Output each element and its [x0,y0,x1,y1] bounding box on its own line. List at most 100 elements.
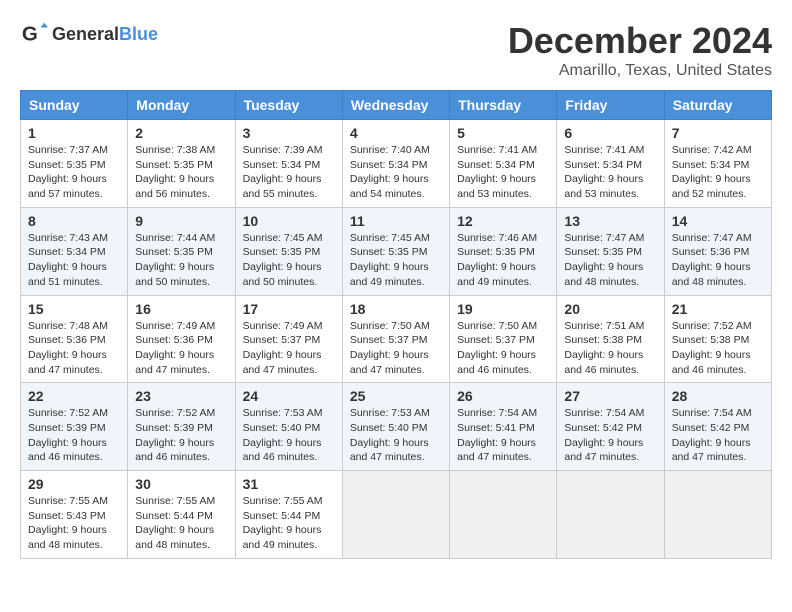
col-friday: Friday [557,91,664,120]
day-number: 21 [672,301,764,317]
day-info: Sunrise: 7:54 AM Sunset: 5:42 PM Dayligh… [564,406,656,465]
day-info: Sunrise: 7:41 AM Sunset: 5:34 PM Dayligh… [564,143,656,202]
table-row [450,471,557,559]
calendar-row: 8 Sunrise: 7:43 AM Sunset: 5:34 PM Dayli… [21,207,772,295]
day-number: 26 [457,388,549,404]
table-row: 19 Sunrise: 7:50 AM Sunset: 5:37 PM Dayl… [450,295,557,383]
day-info: Sunrise: 7:37 AM Sunset: 5:35 PM Dayligh… [28,143,120,202]
table-row: 16 Sunrise: 7:49 AM Sunset: 5:36 PM Dayl… [128,295,235,383]
table-row [342,471,449,559]
day-number: 3 [243,125,335,141]
day-number: 12 [457,213,549,229]
table-row: 30 Sunrise: 7:55 AM Sunset: 5:44 PM Dayl… [128,471,235,559]
table-row: 28 Sunrise: 7:54 AM Sunset: 5:42 PM Dayl… [664,383,771,471]
col-thursday: Thursday [450,91,557,120]
day-info: Sunrise: 7:49 AM Sunset: 5:37 PM Dayligh… [243,319,335,378]
day-number: 24 [243,388,335,404]
day-number: 13 [564,213,656,229]
table-row: 4 Sunrise: 7:40 AM Sunset: 5:34 PM Dayli… [342,120,449,208]
day-info: Sunrise: 7:52 AM Sunset: 5:38 PM Dayligh… [672,319,764,378]
day-info: Sunrise: 7:47 AM Sunset: 5:36 PM Dayligh… [672,231,764,290]
day-info: Sunrise: 7:38 AM Sunset: 5:35 PM Dayligh… [135,143,227,202]
calendar-row: 29 Sunrise: 7:55 AM Sunset: 5:43 PM Dayl… [21,471,772,559]
day-number: 17 [243,301,335,317]
calendar-table: Sunday Monday Tuesday Wednesday Thursday… [20,90,772,559]
calendar-row: 15 Sunrise: 7:48 AM Sunset: 5:36 PM Dayl… [21,295,772,383]
title-area: December 2024 Amarillo, Texas, United St… [508,20,772,80]
day-number: 7 [672,125,764,141]
header-row: Sunday Monday Tuesday Wednesday Thursday… [21,91,772,120]
table-row: 21 Sunrise: 7:52 AM Sunset: 5:38 PM Dayl… [664,295,771,383]
day-info: Sunrise: 7:54 AM Sunset: 5:41 PM Dayligh… [457,406,549,465]
table-row: 8 Sunrise: 7:43 AM Sunset: 5:34 PM Dayli… [21,207,128,295]
col-wednesday: Wednesday [342,91,449,120]
table-row: 17 Sunrise: 7:49 AM Sunset: 5:37 PM Dayl… [235,295,342,383]
day-info: Sunrise: 7:50 AM Sunset: 5:37 PM Dayligh… [350,319,442,378]
day-number: 10 [243,213,335,229]
table-row: 22 Sunrise: 7:52 AM Sunset: 5:39 PM Dayl… [21,383,128,471]
day-info: Sunrise: 7:53 AM Sunset: 5:40 PM Dayligh… [350,406,442,465]
day-number: 11 [350,213,442,229]
day-number: 30 [135,476,227,492]
table-row: 11 Sunrise: 7:45 AM Sunset: 5:35 PM Dayl… [342,207,449,295]
day-number: 6 [564,125,656,141]
table-row: 10 Sunrise: 7:45 AM Sunset: 5:35 PM Dayl… [235,207,342,295]
day-info: Sunrise: 7:52 AM Sunset: 5:39 PM Dayligh… [28,406,120,465]
header: G GeneralBlue December 2024 Amarillo, Te… [20,20,772,80]
day-info: Sunrise: 7:47 AM Sunset: 5:35 PM Dayligh… [564,231,656,290]
calendar-row: 22 Sunrise: 7:52 AM Sunset: 5:39 PM Dayl… [21,383,772,471]
table-row: 3 Sunrise: 7:39 AM Sunset: 5:34 PM Dayli… [235,120,342,208]
day-number: 28 [672,388,764,404]
day-number: 19 [457,301,549,317]
table-row: 6 Sunrise: 7:41 AM Sunset: 5:34 PM Dayli… [557,120,664,208]
day-info: Sunrise: 7:50 AM Sunset: 5:37 PM Dayligh… [457,319,549,378]
calendar-row: 1 Sunrise: 7:37 AM Sunset: 5:35 PM Dayli… [21,120,772,208]
day-info: Sunrise: 7:45 AM Sunset: 5:35 PM Dayligh… [350,231,442,290]
day-number: 8 [28,213,120,229]
day-info: Sunrise: 7:55 AM Sunset: 5:43 PM Dayligh… [28,494,120,553]
month-title: December 2024 [508,20,772,62]
table-row [557,471,664,559]
table-row: 15 Sunrise: 7:48 AM Sunset: 5:36 PM Dayl… [21,295,128,383]
day-number: 9 [135,213,227,229]
day-info: Sunrise: 7:42 AM Sunset: 5:34 PM Dayligh… [672,143,764,202]
day-info: Sunrise: 7:51 AM Sunset: 5:38 PM Dayligh… [564,319,656,378]
svg-text:G: G [22,23,38,46]
day-number: 14 [672,213,764,229]
day-info: Sunrise: 7:54 AM Sunset: 5:42 PM Dayligh… [672,406,764,465]
table-row: 9 Sunrise: 7:44 AM Sunset: 5:35 PM Dayli… [128,207,235,295]
day-info: Sunrise: 7:41 AM Sunset: 5:34 PM Dayligh… [457,143,549,202]
day-info: Sunrise: 7:55 AM Sunset: 5:44 PM Dayligh… [135,494,227,553]
table-row [664,471,771,559]
day-number: 25 [350,388,442,404]
table-row: 12 Sunrise: 7:46 AM Sunset: 5:35 PM Dayl… [450,207,557,295]
table-row: 27 Sunrise: 7:54 AM Sunset: 5:42 PM Dayl… [557,383,664,471]
day-info: Sunrise: 7:49 AM Sunset: 5:36 PM Dayligh… [135,319,227,378]
table-row: 24 Sunrise: 7:53 AM Sunset: 5:40 PM Dayl… [235,383,342,471]
day-number: 18 [350,301,442,317]
day-number: 15 [28,301,120,317]
table-row: 25 Sunrise: 7:53 AM Sunset: 5:40 PM Dayl… [342,383,449,471]
day-info: Sunrise: 7:45 AM Sunset: 5:35 PM Dayligh… [243,231,335,290]
day-number: 2 [135,125,227,141]
day-number: 1 [28,125,120,141]
day-number: 20 [564,301,656,317]
col-sunday: Sunday [21,91,128,120]
day-number: 23 [135,388,227,404]
table-row: 2 Sunrise: 7:38 AM Sunset: 5:35 PM Dayli… [128,120,235,208]
table-row: 14 Sunrise: 7:47 AM Sunset: 5:36 PM Dayl… [664,207,771,295]
table-row: 29 Sunrise: 7:55 AM Sunset: 5:43 PM Dayl… [21,471,128,559]
day-info: Sunrise: 7:53 AM Sunset: 5:40 PM Dayligh… [243,406,335,465]
logo: G GeneralBlue [20,20,158,48]
logo-general: General [52,24,119,44]
table-row: 20 Sunrise: 7:51 AM Sunset: 5:38 PM Dayl… [557,295,664,383]
day-number: 4 [350,125,442,141]
day-info: Sunrise: 7:44 AM Sunset: 5:35 PM Dayligh… [135,231,227,290]
table-row: 31 Sunrise: 7:55 AM Sunset: 5:44 PM Dayl… [235,471,342,559]
table-row: 1 Sunrise: 7:37 AM Sunset: 5:35 PM Dayli… [21,120,128,208]
day-info: Sunrise: 7:43 AM Sunset: 5:34 PM Dayligh… [28,231,120,290]
day-info: Sunrise: 7:48 AM Sunset: 5:36 PM Dayligh… [28,319,120,378]
day-info: Sunrise: 7:39 AM Sunset: 5:34 PM Dayligh… [243,143,335,202]
day-number: 22 [28,388,120,404]
day-number: 5 [457,125,549,141]
